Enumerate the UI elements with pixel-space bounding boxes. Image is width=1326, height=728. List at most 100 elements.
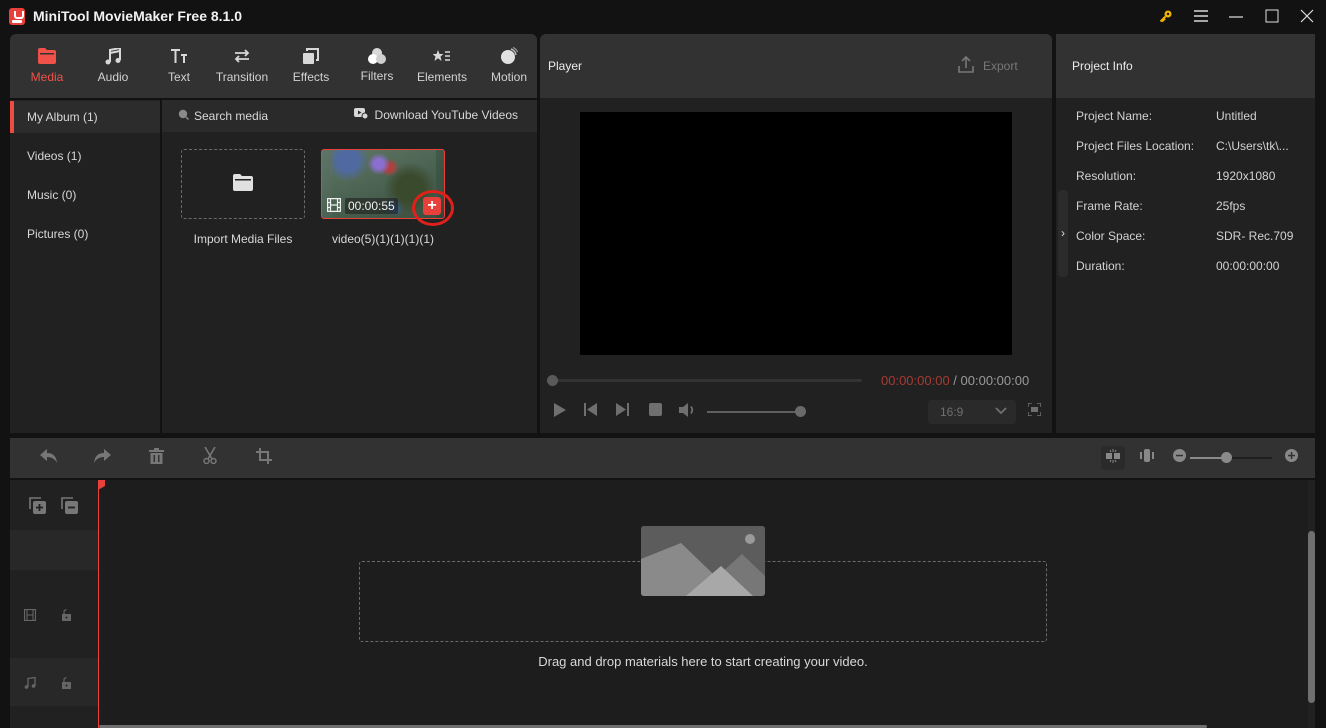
fit-timeline-button[interactable] (1136, 448, 1158, 468)
folder-icon (38, 47, 56, 65)
seek-bar[interactable] (552, 379, 862, 382)
previous-frame-button[interactable] (583, 403, 599, 421)
audio-track-header (10, 658, 98, 706)
search-icon (178, 109, 190, 123)
volume-handle[interactable] (795, 406, 806, 417)
undo-button[interactable] (38, 448, 60, 468)
skip-back-icon (584, 403, 598, 421)
sidebar-item-my-album[interactable]: My Album (1) (10, 101, 160, 133)
album-sidebar: My Album (1) Videos (1) Music (0) Pictur… (10, 100, 160, 433)
media-search-bar: Search media Download YouTube Videos (162, 100, 537, 132)
seek-handle[interactable] (547, 375, 558, 386)
tab-motion[interactable]: Motion (486, 34, 532, 98)
resolution-label: Resolution: (1076, 169, 1137, 183)
elements-icon (433, 47, 451, 65)
key-icon[interactable] (1152, 4, 1180, 28)
delete-button[interactable] (145, 447, 167, 468)
add-track-button[interactable] (29, 497, 46, 519)
snap-icon (1106, 448, 1120, 468)
fullscreen-button[interactable] (1026, 402, 1042, 421)
time-readout: 00:00:00:00 / 00:00:00:00 (881, 373, 1030, 388)
track-header-empty (10, 530, 98, 570)
sidebar-item-music[interactable]: Music (0) (10, 179, 160, 211)
app-logo-icon (9, 8, 25, 25)
close-icon[interactable] (1293, 4, 1321, 28)
drop-hint-text: Drag and drop materials here to start cr… (538, 654, 868, 669)
video-track-icon (23, 608, 37, 626)
volume-slider[interactable] (707, 411, 801, 413)
duration-label: Duration: (1076, 259, 1125, 273)
audio-track-icon (24, 676, 36, 694)
app-title: MiniTool MovieMaker Free 8.1.0 (33, 8, 243, 24)
volume-icon (678, 402, 696, 422)
media-library: Search media Download YouTube Videos Imp… (162, 100, 537, 433)
scissors-icon (203, 446, 217, 469)
volume-button[interactable] (678, 402, 696, 422)
sidebar-item-pictures[interactable]: Pictures (0) (10, 218, 160, 250)
music-note-icon (105, 47, 121, 65)
chevron-right-icon: › (1061, 226, 1065, 240)
sidebar-item-videos[interactable]: Videos (1) (10, 140, 160, 172)
project-location-label: Project Files Location: (1076, 139, 1195, 153)
highlight-annotation-circle (412, 190, 454, 226)
text-icon (170, 47, 188, 65)
search-media-input[interactable]: Search media (178, 109, 268, 123)
youtube-download-icon (353, 108, 369, 122)
motion-icon (500, 47, 518, 65)
play-icon (554, 402, 566, 422)
image-placeholder-icon (641, 526, 765, 596)
next-frame-button[interactable] (615, 403, 631, 421)
tab-audio[interactable]: Audio (90, 34, 136, 98)
split-button[interactable] (199, 446, 221, 469)
folder-icon (233, 174, 253, 196)
download-youtube-button[interactable]: Download YouTube Videos (353, 108, 518, 122)
import-media-button[interactable] (181, 149, 305, 219)
film-icon (326, 197, 342, 215)
tab-media[interactable]: Media (24, 34, 70, 98)
tab-effects[interactable]: Effects (288, 34, 334, 98)
timeline-zoom-handle[interactable] (1221, 452, 1232, 463)
collapse-panel-toggle[interactable]: › (1058, 190, 1068, 277)
zoom-in-button[interactable] (1280, 448, 1302, 468)
remove-track-button[interactable] (61, 497, 78, 519)
chevron-down-icon (995, 400, 1007, 424)
tab-transition[interactable]: Transition (212, 34, 272, 98)
stop-icon (648, 403, 662, 421)
player-panel: Player Export 00:00:00:00 / 00:00:00:00 … (540, 34, 1052, 433)
crop-icon (256, 447, 272, 469)
zoom-out-icon (1172, 449, 1186, 467)
redo-icon (93, 448, 111, 468)
project-info-panel: Project Info Project Name: Untitled Proj… (1056, 34, 1315, 433)
menu-icon[interactable] (1187, 4, 1215, 28)
maximize-icon[interactable] (1258, 4, 1286, 28)
filters-icon (368, 47, 386, 65)
crop-button[interactable] (253, 447, 275, 469)
effects-icon (303, 47, 319, 65)
stop-button[interactable] (647, 403, 663, 421)
play-button[interactable] (552, 402, 568, 422)
audio-track-lock-icon[interactable] (62, 676, 71, 694)
skip-forward-icon (616, 403, 630, 421)
playhead[interactable] (98, 480, 99, 728)
fullscreen-icon (1026, 402, 1042, 421)
duration-value: 00:00:00:00 (1216, 259, 1280, 273)
minimize-icon[interactable] (1222, 4, 1250, 28)
tab-text[interactable]: Text (156, 34, 202, 98)
video-track-lock-icon[interactable] (62, 608, 71, 626)
export-button[interactable]: Export (958, 55, 1018, 76)
redo-button[interactable] (91, 448, 113, 468)
media-item-name: video(5)(1)(1)(1)(1) (331, 232, 435, 246)
tab-filters[interactable]: Filters (354, 34, 400, 98)
aspect-ratio-select[interactable]: 16:9 (928, 400, 1016, 424)
snap-button[interactable] (1101, 446, 1125, 470)
project-name-label: Project Name: (1076, 109, 1153, 123)
fit-icon (1140, 449, 1154, 467)
timeline-toolbar (10, 438, 1315, 478)
resolution-value: 1920x1080 (1216, 169, 1276, 183)
frame-rate-value: 25fps (1216, 199, 1246, 213)
timeline-vertical-scrollbar[interactable] (1308, 531, 1315, 703)
zoom-out-button[interactable] (1168, 448, 1190, 468)
video-preview-screen (580, 112, 1012, 355)
title-bar: MiniTool MovieMaker Free 8.1.0 (0, 0, 1326, 33)
tab-elements[interactable]: Elements (414, 34, 470, 98)
